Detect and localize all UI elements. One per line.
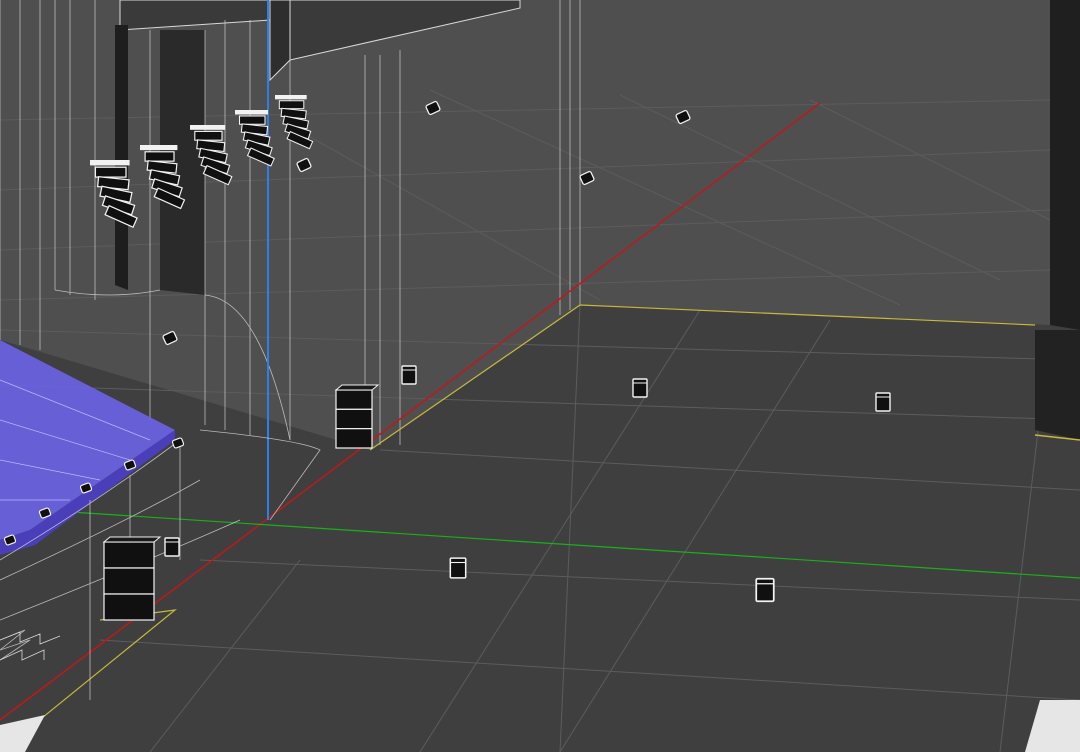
floor-speaker-4[interactable] [449, 557, 467, 579]
right-column [1050, 0, 1080, 330]
subwoofer-cabinet [103, 593, 155, 621]
viewport-canvas[interactable] [0, 0, 1080, 752]
line-array-cabinet [144, 151, 175, 162]
subwoofer-cabinet [103, 541, 155, 569]
3d-viewport[interactable] [0, 0, 1080, 752]
subwoofer-cabinet [335, 408, 373, 430]
line-array-cabinet [194, 130, 223, 141]
subwoofer-cabinet [335, 428, 373, 449]
right-column-base [1035, 330, 1080, 440]
floor-speaker-5[interactable] [755, 577, 775, 603]
line-array-cabinet [238, 115, 266, 125]
subwoofer-stack-2[interactable] [102, 536, 162, 621]
floor-speaker-3[interactable] [875, 392, 891, 412]
line-array-cabinet [278, 100, 305, 110]
subwoofer-cabinet [335, 389, 373, 410]
subwoofer-stack-1[interactable] [334, 384, 380, 449]
floor-speaker-6[interactable] [164, 537, 180, 557]
floor-speaker-1[interactable] [401, 365, 417, 385]
subwoofer-cabinet [103, 567, 155, 595]
left-pillar-inner [115, 25, 128, 290]
line-array-cabinet [94, 166, 127, 178]
floor-speaker-2[interactable] [632, 378, 648, 398]
